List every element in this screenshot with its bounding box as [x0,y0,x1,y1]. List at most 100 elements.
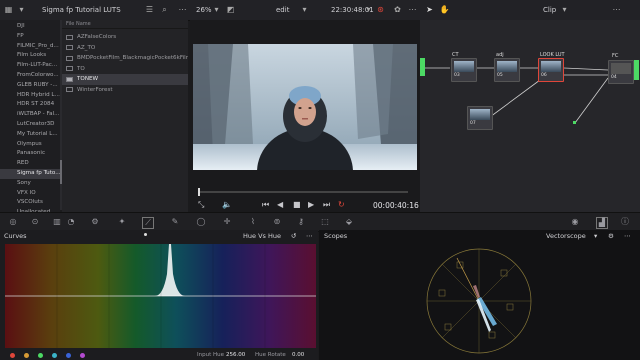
transform-tool-icon[interactable]: ⤡ [198,200,204,210]
red-swatch[interactable] [10,353,15,358]
loop-icon[interactable]: ↻ [338,200,345,209]
3d-icon[interactable]: ⬙ [344,217,354,227]
chevron-down-icon[interactable]: ▾ [17,5,26,14]
sidebar-item[interactable]: HDR ST 2084 [0,100,60,110]
scope-settings-icon[interactable]: ⚙ [608,232,614,240]
sidebar-item[interactable]: DJI [0,22,60,32]
file-list-item[interactable]: AZFalseColors [62,32,188,43]
hue-vs-hue-curve-graph[interactable] [5,244,316,348]
output-node-port[interactable] [634,60,639,80]
stop-icon[interactable]: ■ [293,200,301,209]
file-list-item[interactable]: WinterForest [62,85,188,96]
sidebar-item[interactable]: VSCOluts [0,198,60,208]
qualifier-icon[interactable]: ✎ [170,217,180,227]
node-output-dot[interactable] [573,121,576,124]
node-04[interactable]: 04 [608,60,634,84]
sidebar-item[interactable]: My Tutorial L... [0,130,60,140]
input-node-port[interactable] [420,58,425,76]
more-icon[interactable]: ⋯ [178,5,187,14]
file-list-item[interactable]: TO [62,64,188,75]
magenta-swatch[interactable] [80,353,85,358]
pointer-icon[interactable]: ➤ [425,5,434,14]
bars-icon[interactable]: ▥ [52,217,62,227]
zoom-dropdown[interactable]: 26% [196,6,212,14]
sidebar-item[interactable]: FP [0,32,60,42]
curves-icon[interactable]: ⟋ [142,217,154,229]
file-list-item[interactable]: BMDPocketFilm_BlackmagicPocket6kFilm-Log [62,53,188,64]
sidebar-item[interactable]: LutCreator3D [0,120,60,130]
search-icon[interactable]: ⌕ [160,5,169,14]
reset-icon[interactable]: ↺ [291,232,296,240]
more-icon[interactable]: ⋯ [306,232,313,240]
more-icon[interactable]: ⋯ [408,5,417,14]
sidebar-item[interactable]: GLEB RUBY -... [0,81,60,91]
file-name: TONEW [77,76,99,82]
rgb-mixer-icon[interactable]: ⊙ [30,217,40,227]
hdr-icon[interactable]: ◔ [66,217,76,227]
cyan-swatch[interactable] [52,353,57,358]
sizing-icon[interactable]: ⬚ [320,217,330,227]
chevron-down-icon[interactable]: ▾ [560,5,569,14]
play-reverse-icon[interactable]: ◀ [277,200,283,209]
hand-icon[interactable]: ✋ [440,5,450,14]
info-icon[interactable]: ⓘ [620,217,630,227]
video-frame[interactable] [193,44,417,170]
blur-icon[interactable]: ⊚ [272,217,282,227]
node-05[interactable]: 05 [494,58,520,82]
chevron-down-icon[interactable]: ▾ [364,5,373,14]
input-hue-value[interactable]: 256.00 [226,352,245,358]
sidebar-item[interactable]: Olympus [0,140,60,150]
key-icon[interactable]: ⚷ [296,217,306,227]
file-name-column-header[interactable]: File Name [62,20,188,29]
node-06[interactable]: 06 [538,58,564,82]
tracker-icon[interactable]: ✛ [222,217,232,227]
speaker-icon[interactable]: 🔈 [222,200,232,209]
info-icon[interactable]: ◉ [570,217,580,227]
sidebar-item[interactable]: Film-LUT-Pac... [0,61,60,71]
color-wheels-icon[interactable]: ◎ [8,217,18,227]
node-03[interactable]: 03 [451,58,477,82]
sidebar-item[interactable]: iWLTBAP - Fal... [0,110,60,120]
sidebar-item[interactable]: Panasonic [0,149,60,159]
eyedropper-icon[interactable]: ✦ [117,217,127,227]
playhead[interactable] [198,188,200,196]
sidebar-item[interactable]: FromColorwo... [0,71,60,81]
timeline-name[interactable]: edit [276,6,289,14]
sidebar-item[interactable]: VFX IO [0,189,60,199]
file-list-item[interactable]: AZ_TO [62,43,188,54]
scrubber-track[interactable] [198,191,408,193]
scope-type-dropdown[interactable]: Vectorscope [546,232,586,240]
chevron-down-icon[interactable]: ▾ [594,232,597,240]
sidebar-item[interactable]: FILMIC_Pro_d... [0,42,60,52]
more-icon[interactable]: ⋯ [612,5,621,14]
sidebar-item[interactable]: Film Looks [0,51,60,61]
magic-mask-icon[interactable]: ⌇ [248,217,258,227]
curve-mode-dropdown[interactable]: Hue Vs Hue [243,232,281,240]
window-icon[interactable]: ◯ [196,217,206,227]
settings-icon[interactable]: ✿ [393,5,402,14]
green-swatch[interactable] [38,353,43,358]
skip-to-end-icon[interactable]: ⏭ [323,200,330,210]
file-list-item[interactable]: TONEW [62,74,188,85]
viewer-mode-icon[interactable]: ◩ [226,5,235,14]
grid-icon[interactable]: ▦ [4,5,13,14]
blue-swatch[interactable] [66,353,71,358]
skip-to-start-icon[interactable]: ⏮ [262,200,269,210]
bypass-icon[interactable]: ⊛ [376,5,385,14]
scopes-icon[interactable]: ▟ [596,217,608,229]
sidebar-item[interactable]: HDR Hybrid L... [0,91,60,101]
more-icon[interactable]: ⋯ [624,232,631,240]
yellow-swatch[interactable] [24,353,29,358]
sidebar-item[interactable]: Sony [0,179,60,189]
sidebar-item[interactable]: RED [0,159,60,169]
node-07[interactable]: 07 [467,106,493,130]
node-mode-dropdown[interactable]: Clip [543,6,556,14]
motion-effects-icon[interactable]: ⚙ [90,217,100,227]
list-view-icon[interactable]: ☰ [145,5,154,14]
page-dot[interactable] [144,233,147,236]
chevron-down-icon[interactable]: ▾ [212,5,221,14]
play-icon[interactable]: ▶ [308,200,314,209]
sidebar-item[interactable]: Sigma fp Tuto... [0,168,60,179]
chevron-down-icon[interactable]: ▾ [300,5,309,14]
hue-rotate-value[interactable]: 0.00 [292,352,304,358]
